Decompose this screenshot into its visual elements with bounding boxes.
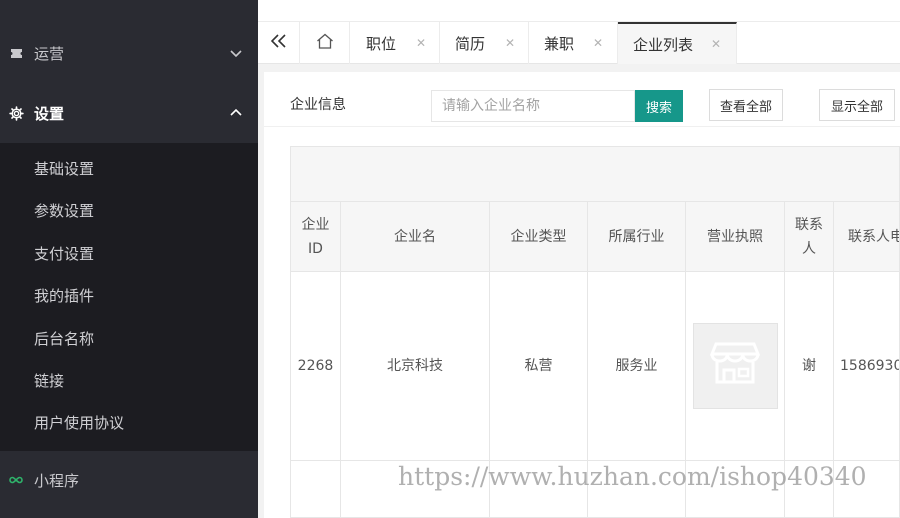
infinity-icon <box>8 472 24 488</box>
store-icon <box>709 340 761 392</box>
column-header-type[interactable]: 企业类型 <box>490 202 588 271</box>
tab-company-list[interactable]: 企业列表 ✕ <box>618 22 737 64</box>
sidebar-item-param-settings[interactable]: 参数设置 <box>34 200 94 222</box>
close-icon[interactable]: ✕ <box>711 37 721 51</box>
sidebar-group-miniprogram[interactable]: 小程序 <box>0 450 258 510</box>
column-header-contact[interactable]: 联系人 <box>785 202 834 271</box>
main-content: 企业信息 搜索 查看全部 显示全部 企业ID 企业名 企业类型 所属行业 营业执… <box>264 72 900 518</box>
close-icon[interactable]: ✕ <box>593 36 603 50</box>
cell-company-type: 私营 <box>490 272 588 460</box>
sidebar-item-links[interactable]: 链接 <box>34 370 64 392</box>
column-header-name[interactable]: 企业名 <box>341 202 490 271</box>
table-toolbar <box>291 147 899 202</box>
header-bar <box>258 0 900 22</box>
sidebar-group-yunying[interactable]: 运营 <box>0 23 258 83</box>
sidebar-item-my-plugins[interactable]: 我的插件 <box>34 285 94 307</box>
cell-phone: 15869301 <box>840 358 899 374</box>
cell-company-name: 北京科技 <box>341 272 490 460</box>
license-image-placeholder[interactable] <box>692 323 778 409</box>
tab-jobs[interactable]: 职位 ✕ <box>350 22 440 64</box>
sidebar: 运营 设置 基础设置 参数设置 支付设置 我的插件 后台名称 链接 用户使用协议… <box>0 0 258 518</box>
company-search-input[interactable] <box>431 90 635 122</box>
sidebar-item-payment-settings[interactable]: 支付设置 <box>34 243 94 265</box>
tab-label: 企业列表 <box>633 35 694 54</box>
view-all-button[interactable]: 查看全部 <box>709 89 783 121</box>
double-chevron-left-icon <box>270 34 287 52</box>
search-button[interactable]: 搜索 <box>635 90 683 122</box>
column-header-phone[interactable]: 联系人电 <box>834 202 899 271</box>
table-header: 企业ID 企业名 企业类型 所属行业 营业执照 联系人 联系人电 <box>291 202 899 272</box>
cell-company-id: 2268 <box>291 272 341 460</box>
watermark-text: https://www.huzhan.com/ishop40340 <box>398 462 867 491</box>
cell-empty <box>291 461 341 517</box>
table-row[interactable]: 2268 北京科技 私营 服务业 谢 15869301 <box>291 272 899 461</box>
gear-icon <box>8 105 24 121</box>
settings-submenu: 基础设置 参数设置 支付设置 我的插件 后台名称 链接 用户使用协议 <box>0 143 258 451</box>
tab-bar: 职位 ✕ 简历 ✕ 兼职 ✕ 企业列表 ✕ <box>258 22 900 64</box>
tab-label: 兼职 <box>544 34 575 53</box>
home-icon <box>316 33 334 53</box>
chevron-up-icon <box>229 106 243 120</box>
section-title: 企业信息 <box>290 97 346 113</box>
chevron-down-icon <box>229 46 243 60</box>
cell-contact: 谢 <box>785 272 834 460</box>
sidebar-group-label: 小程序 <box>34 471 80 490</box>
cell-industry: 服务业 <box>588 272 686 460</box>
tab-home[interactable] <box>300 22 350 64</box>
sidebar-group-label: 运营 <box>34 44 65 63</box>
close-icon[interactable]: ✕ <box>505 36 515 50</box>
sidebar-item-basic-settings[interactable]: 基础设置 <box>34 158 94 180</box>
column-header-industry[interactable]: 所属行业 <box>588 202 686 271</box>
sidebar-item-admin-name[interactable]: 后台名称 <box>34 328 94 350</box>
tab-part-time[interactable]: 兼职 ✕ <box>529 22 618 64</box>
column-header-license[interactable]: 营业执照 <box>686 202 785 271</box>
tab-label: 简历 <box>455 34 486 53</box>
cell-license <box>686 272 785 460</box>
sidebar-item-user-agreement[interactable]: 用户使用协议 <box>34 412 124 434</box>
column-header-id[interactable]: 企业ID <box>291 202 341 271</box>
divider <box>264 126 900 127</box>
sidebar-group-shezhi[interactable]: 设置 <box>0 83 258 143</box>
sidebar-group-label: 设置 <box>34 104 65 123</box>
tab-label: 职位 <box>366 34 397 53</box>
tab-back-button[interactable] <box>258 22 300 64</box>
tab-resumes[interactable]: 简历 ✕ <box>440 22 529 64</box>
show-all-button[interactable]: 显示全部 <box>819 89 895 121</box>
ticket-icon <box>8 45 24 61</box>
close-icon[interactable]: ✕ <box>416 36 426 50</box>
